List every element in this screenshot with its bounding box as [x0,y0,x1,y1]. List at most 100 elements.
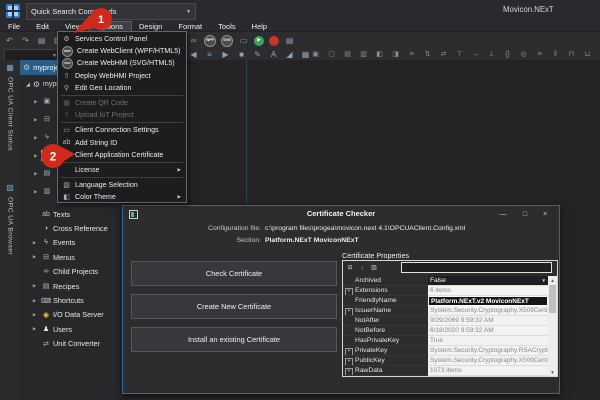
property-value[interactable]: System.Security.Cryptography.X509Certifi… [428,306,548,316]
collapsed-arrow-icon[interactable]: ▶ [34,171,37,177]
rows-icon[interactable]: ≡ [534,49,545,60]
expand-plus-icon[interactable]: + [345,308,353,316]
group-icon[interactable]: ▣ [310,49,321,60]
property-value[interactable]: 6 items [428,286,548,296]
menu-item-create-webhmi-svg-html5[interactable]: SVGCreate WebHMI (SVG/HTML5) [58,57,186,69]
tree-item-recipes[interactable]: ▶▤Recipes [20,279,122,293]
table-icon[interactable]: ⊓ [566,49,577,60]
menubar-item-tools[interactable]: Tools [210,22,244,31]
collapsed-arrow-icon[interactable]: ▶ [20,240,39,246]
shape-icon[interactable]: ◢ [284,49,295,60]
collapsed-arrow-icon[interactable]: ▶ [20,312,39,318]
property-row-issuername[interactable]: +IssuerNameSystem.Security.Cryptography.… [343,306,548,316]
menu-item-deploy-webhmi-project[interactable]: ⇧Deploy WebHMI Project [58,70,186,82]
tree-item-users[interactable]: ▶♟Users [20,322,122,336]
target-icon[interactable]: ◎ [518,49,529,60]
stop-runtime-icon[interactable]: ● [269,36,279,46]
tree-item-menus[interactable]: ▶⊟Menus [20,250,122,264]
property-value[interactable]: 9/29/2069 9:59:32 AM [428,316,548,326]
property-search-input[interactable] [401,262,552,273]
menu-item-color-theme[interactable]: ◧Color Theme▶ [58,191,186,203]
collapsed-arrow-icon[interactable]: ▶ [20,254,39,260]
table-add-icon[interactable]: ⊔ [582,49,593,60]
collapsed-arrow-icon[interactable]: ▶ [34,117,37,123]
collapsed-arrow-icon[interactable]: ▶ [34,135,37,141]
create-new-certificate-button[interactable]: Create New Certificate [131,294,337,319]
property-value[interactable]: 1073 items [428,366,548,376]
close-button[interactable]: × [537,208,553,220]
flip-horizontal-icon[interactable]: ◧ [374,49,385,60]
tree-item-unit-converter[interactable]: ⇄Unit Converter [20,337,122,351]
save-project-icon[interactable]: ▤ [36,35,47,46]
sort-descending-icon[interactable]: ↓ [358,264,366,272]
property-value[interactable]: False▼ [428,276,548,286]
scroll-down-icon[interactable]: ▼ [550,368,554,376]
scrollbar[interactable]: ▲ ▼ [548,276,557,376]
property-row-archived[interactable]: ArchivedFalse▼ [343,276,548,286]
collapsed-arrow-icon[interactable]: ▶ [20,283,39,289]
property-value[interactable]: 6/18/2020 9:59:32 AM [428,326,548,336]
align-left-icon[interactable]: ◀ [188,49,199,60]
align-top-icon[interactable]: ⊤ [454,49,465,60]
menubar-item-file[interactable]: File [0,22,28,31]
expand-plus-icon[interactable]: + [345,368,353,376]
menubar-item-design[interactable]: Design [131,22,170,31]
undo-icon[interactable]: ↶ [4,35,15,46]
property-row-friendlyname[interactable]: FriendlyNamePlatform.NExT.v2 MoviconNExT [343,296,548,306]
ungroup-icon[interactable]: ▢ [326,49,337,60]
bring-front-icon[interactable]: ▤ [342,49,353,60]
check-certificate-button[interactable]: Check Certificate [131,261,337,286]
collapsed-arrow-icon[interactable]: ▶ [34,189,37,195]
columns-icon[interactable]: ‖ [550,49,561,60]
wpf-badge-icon[interactable]: WPF [204,35,216,47]
menu-item-create-webclient-wpf-html5[interactable]: WPFCreate WebClient (WPF/HTML5) [58,45,186,57]
chevron-down-icon[interactable]: ▼ [542,278,546,283]
property-row-notbefore[interactable]: NotBefore6/18/2020 9:59:32 AM [343,326,548,336]
align-right-icon[interactable]: ▶ [220,49,231,60]
align-lefts-icon[interactable]: ≡ [406,49,417,60]
expanded-arrow-icon[interactable]: ◢ [26,82,30,88]
collapsed-arrow-icon[interactable]: ▶ [20,298,39,304]
property-row-rawdata[interactable]: +RawData1073 items [343,366,548,376]
side-tab-opc-ua-client-status[interactable]: ▦OPC UA Client Status [0,62,20,151]
categorized-view-icon[interactable]: ⊟ [346,264,354,272]
expand-plus-icon[interactable]: + [345,288,353,296]
braces-icon[interactable]: {} [502,49,513,60]
property-row-publickey[interactable]: +PublicKeySystem.Security.Cryptography.X… [343,356,548,366]
align-bottom-icon[interactable]: ⊥ [486,49,497,60]
distribute-horizontal-icon[interactable]: ⇄ [438,49,449,60]
link-icon[interactable]: ∞ [188,35,199,46]
property-value[interactable]: True [428,336,548,346]
tree-item-i-o-data-server[interactable]: ▶◉I/O Data Server [20,308,122,322]
menu-item-client-connection-settings[interactable]: ▭Client Connection Settings [58,124,186,136]
font-color-icon[interactable]: A [268,49,279,60]
side-tab-opc-ua-browser[interactable]: ▧OPC UA Browser [0,182,20,255]
tree-item-events[interactable]: ▶ϟEvents [20,236,122,250]
edit-pencil-icon[interactable]: ✎ [252,49,263,60]
redo-icon[interactable]: ↷ [20,35,31,46]
space-horizontal-icon[interactable]: ↔ [470,49,481,60]
expand-plus-icon[interactable]: + [345,348,353,356]
property-row-hasprivatekey[interactable]: HasPrivateKeyTrue [343,336,548,346]
runtime-doc-icon[interactable]: ▤ [284,35,295,46]
property-row-notafter[interactable]: NotAfter9/29/2069 9:59:32 AM [343,316,548,326]
tree-item-shortcuts[interactable]: ▶⌨Shortcuts [20,293,122,307]
dialog-title-bar[interactable]: Certificate Checker — □ × [123,206,559,223]
property-value[interactable]: System.Security.Cryptography.X509Certifi… [428,356,548,366]
tree-item-texts[interactable]: abTexts [20,207,122,221]
install-existing-certificate-button[interactable]: Install an existing Certificate [131,327,337,352]
send-back-icon[interactable]: ▥ [358,49,369,60]
client-window-icon[interactable]: ▭ [238,35,249,46]
minimize-button[interactable]: — [495,208,511,220]
menu-item-edit-geo-location[interactable]: ⚲Edit Geo Location [58,82,186,94]
tree-item-cross-reference[interactable]: ◑Cross Reference [20,221,122,235]
distribute-vertical-icon[interactable]: ⇅ [422,49,433,60]
menu-item-language-selection[interactable]: ▧Language Selection [58,179,186,191]
scrollbar-thumb[interactable] [549,285,556,313]
fill-icon[interactable]: ■ [236,49,247,60]
property-pages-icon[interactable]: ▥ [370,264,378,272]
align-center-icon[interactable]: ≡ [204,49,215,60]
collapsed-arrow-icon[interactable]: ▶ [20,326,39,332]
property-row-extensions[interactable]: +Extensions6 items [343,286,548,296]
menubar-item-help[interactable]: Help [244,22,275,31]
